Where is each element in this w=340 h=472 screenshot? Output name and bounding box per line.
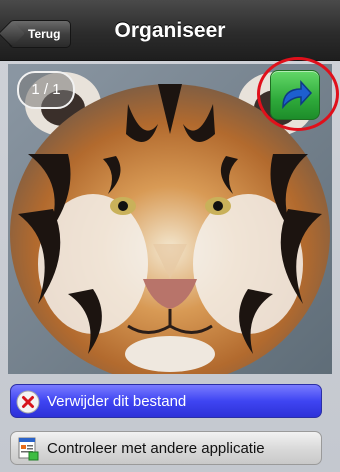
page-title: Organiseer bbox=[114, 19, 226, 42]
open-with-app-button[interactable]: Controleer met andere applicatie bbox=[10, 431, 322, 465]
page-counter: 1 / 1 bbox=[17, 71, 75, 109]
highlight-circle bbox=[257, 57, 339, 131]
delete-file-button[interactable]: Verwijder dit bestand bbox=[10, 384, 322, 418]
x-circle-icon bbox=[16, 390, 40, 414]
delete-file-label: Verwijder dit bestand bbox=[47, 393, 187, 410]
open-with-label: Controleer met andere applicatie bbox=[47, 440, 265, 457]
navigation-bar: Terug Organiseer bbox=[0, 0, 340, 61]
document-app-icon bbox=[18, 437, 39, 461]
